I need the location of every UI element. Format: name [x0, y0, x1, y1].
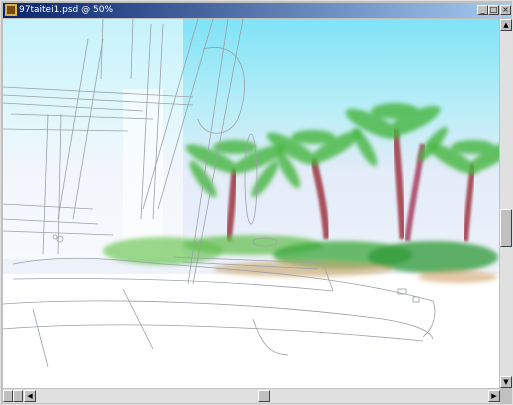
minimize-button[interactable]: _: [477, 5, 488, 15]
horizontal-scroll-thumb[interactable]: [258, 390, 270, 402]
vertical-scroll-thumb[interactable]: [500, 209, 512, 247]
title-bar[interactable]: 97taitei1.psd @ 50% _ □ ×: [3, 3, 512, 18]
document-window: 97taitei1.psd @ 50% _ □ × ▲ ▼ ◀ ▶: [0, 0, 513, 405]
scroll-down-arrow-icon[interactable]: ▼: [500, 376, 512, 388]
close-button[interactable]: ×: [500, 5, 511, 15]
image-canvas[interactable]: [3, 19, 499, 388]
photoshop-document-icon: [5, 4, 17, 16]
scroll-up-arrow-icon[interactable]: ▲: [500, 19, 512, 31]
artwork: [3, 19, 499, 388]
vertical-scrollbar[interactable]: ▲ ▼: [500, 19, 512, 388]
window-title: 97taitei1.psd @ 50%: [19, 5, 113, 15]
maximize-button[interactable]: □: [488, 5, 499, 15]
status-icon: [3, 390, 13, 402]
scroll-left-arrow-icon[interactable]: ◀: [24, 390, 36, 402]
info-icon[interactable]: [13, 390, 23, 402]
scroll-right-arrow-icon[interactable]: ▶: [488, 390, 500, 402]
horizontal-scrollbar[interactable]: ◀ ▶: [3, 389, 500, 403]
resize-grip[interactable]: [500, 389, 512, 403]
